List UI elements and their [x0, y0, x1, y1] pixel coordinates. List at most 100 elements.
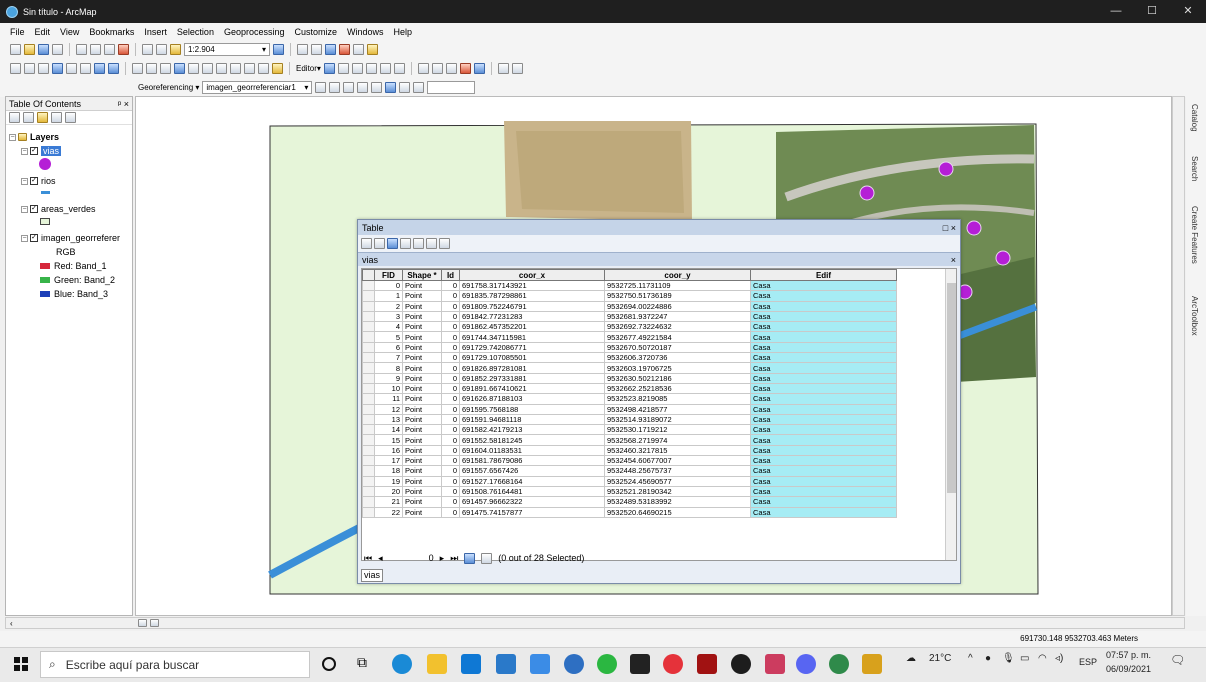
fid-cell[interactable]: 7 — [374, 352, 403, 364]
fid-cell[interactable]: 4 — [374, 321, 403, 333]
coor-y-cell[interactable]: 9532603.19706725 — [604, 362, 751, 374]
coor-x-cell[interactable]: 691744.347115981 — [459, 331, 605, 343]
attribute-grid[interactable]: FID Shape * Id coor_x coor_y Edif 0 Point… — [361, 268, 957, 561]
straight-segment-icon[interactable] — [351, 63, 363, 74]
column-header[interactable]: FID — [374, 269, 403, 281]
attributes-icon[interactable] — [445, 63, 457, 74]
id-cell[interactable]: 0 — [441, 485, 460, 498]
table-row[interactable]: 16 Point 0 691604.01183531 9532460.3217815 Ca… — [362, 444, 945, 457]
fid-cell[interactable]: 10 — [374, 382, 403, 395]
delete-icon[interactable] — [118, 44, 129, 55]
coor-y-cell[interactable]: 9532677.49221584 — [604, 331, 751, 343]
shape-cell[interactable]: Point — [402, 300, 442, 312]
task-view-icon[interactable]: ⧉ — [357, 654, 373, 674]
edif-cell[interactable]: Casa — [750, 475, 897, 487]
fid-cell[interactable]: 8 — [374, 362, 403, 374]
xbox-icon[interactable] — [731, 654, 751, 674]
shape-cell[interactable]: Point — [402, 424, 442, 436]
layer-name[interactable]: vias — [41, 146, 62, 156]
auto-registration-icon[interactable] — [385, 82, 397, 93]
vias-point[interactable] — [938, 161, 954, 177]
find-route-icon[interactable] — [230, 63, 241, 74]
coor-x-cell[interactable]: 691475.74157877 — [459, 506, 605, 518]
table-row[interactable]: 5 Point 0 691744.347115981 9532677.49221584 C… — [362, 331, 945, 343]
band-green[interactable]: Green: Band_2 — [40, 275, 115, 285]
create-viewer-icon[interactable] — [272, 63, 283, 74]
list-by-drawing-order-icon[interactable] — [9, 112, 20, 123]
map-scale-combo[interactable]: 1:2.904 ▾ — [184, 43, 270, 56]
row-selector[interactable] — [362, 300, 375, 312]
table-row[interactable]: 18 Point 0 691557.6567426 9532448.25675737 Ca… — [362, 465, 945, 477]
row-selector[interactable] — [362, 455, 375, 467]
table-vertical-scrollbar[interactable] — [945, 269, 956, 560]
slack-icon[interactable] — [765, 654, 785, 674]
coor-y-cell[interactable]: 9532498.4218577 — [604, 403, 751, 415]
row-selector[interactable] — [362, 352, 375, 364]
collapse-icon[interactable]: − — [9, 133, 16, 141]
previous-record-icon[interactable]: ◂ — [378, 553, 383, 564]
full-extent-icon[interactable] — [52, 63, 63, 74]
last-record-icon[interactable]: ⏭ — [450, 553, 458, 564]
clock-date[interactable]: 06/09/2021 — [1106, 664, 1151, 674]
fid-cell[interactable]: 5 — [374, 331, 403, 343]
coor-x-cell[interactable]: 691729.107085501 — [459, 352, 605, 364]
coor-x-cell[interactable]: 691826.897281081 — [459, 362, 605, 374]
table-row[interactable]: 8 Point 0 691826.897281081 9532603.19706725 C… — [362, 362, 945, 374]
coor-y-cell[interactable]: 9532454.60677007 — [604, 455, 751, 467]
discord-icon[interactable] — [796, 654, 816, 674]
fid-cell[interactable]: 11 — [374, 393, 403, 405]
view-link-table-icon[interactable] — [371, 82, 383, 93]
table-row[interactable]: 10 Point 0 691891.667410621 9532662.25218536… — [362, 382, 945, 395]
id-cell[interactable]: 0 — [441, 496, 460, 508]
areas-verdes-symbol[interactable] — [40, 218, 50, 225]
microphone-icon[interactable]: 🎙 — [1002, 653, 1015, 664]
band-blue[interactable]: Blue: Band_3 — [40, 289, 108, 299]
volume-icon[interactable]: ◃) — [1055, 653, 1063, 664]
store-icon[interactable] — [461, 654, 481, 674]
coor-y-cell[interactable]: 9532460.3217815 — [604, 444, 751, 457]
redo-icon[interactable] — [156, 44, 167, 55]
zoom-out-icon[interactable] — [24, 63, 35, 74]
table-row[interactable]: 19 Point 0 691527.17668164 9532524.45690577 C… — [362, 475, 945, 487]
fid-cell[interactable]: 21 — [374, 496, 403, 508]
row-selector[interactable] — [362, 413, 375, 426]
new-icon[interactable] — [10, 44, 21, 55]
menu-insert[interactable]: Insert — [144, 27, 167, 37]
coor-y-cell[interactable]: 9532489.53183992 — [604, 496, 751, 508]
coor-y-cell[interactable]: 9532514.93189072 — [604, 413, 751, 426]
table-row[interactable]: 13 Point 0 691591.94681118 9532514.93189072 C… — [362, 413, 945, 426]
menu-edit[interactable]: Edit — [35, 27, 51, 37]
toc-pin-close[interactable]: ᵖ × — [118, 99, 129, 109]
row-selector[interactable] — [362, 403, 375, 415]
id-cell[interactable]: 0 — [441, 300, 460, 312]
table-row[interactable]: 7 Point 0 691729.107085501 9532606.3720736 Ca… — [362, 352, 945, 364]
fid-cell[interactable]: 3 — [374, 310, 403, 323]
switch-selection-icon[interactable] — [400, 238, 411, 249]
measure-icon[interactable] — [202, 63, 213, 74]
python-icon[interactable] — [353, 44, 364, 55]
fid-cell[interactable]: 15 — [374, 434, 403, 446]
toc-layer-rios[interactable]: − ✓ rios — [21, 176, 56, 186]
edif-cell[interactable]: Casa — [750, 321, 897, 333]
id-cell[interactable]: 0 — [441, 321, 460, 333]
current-record[interactable]: 0 — [429, 553, 434, 563]
shift-icon[interactable] — [329, 82, 341, 93]
coor-y-cell[interactable]: 9532670.50720187 — [604, 341, 751, 354]
column-header[interactable]: Id — [441, 269, 460, 281]
notifications-icon[interactable]: 🗨 — [1170, 653, 1185, 667]
find-icon[interactable] — [216, 63, 227, 74]
search-tab[interactable]: Search — [1190, 156, 1199, 181]
clear-selection-icon[interactable] — [413, 238, 424, 249]
coor-y-cell[interactable]: 9532448.25675737 — [604, 465, 751, 477]
shape-cell[interactable]: Point — [402, 372, 442, 384]
fixed-zoom-in-icon[interactable] — [66, 63, 77, 74]
shape-cell[interactable]: Point — [402, 403, 442, 415]
georef-layer-combo[interactable]: imagen_georreferenciar1 ▾ — [202, 81, 313, 94]
end-point-arc-icon[interactable] — [365, 63, 377, 74]
data-view-icon[interactable] — [511, 63, 523, 74]
opera-icon[interactable] — [663, 654, 683, 674]
coor-x-cell[interactable]: 691626.87188103 — [459, 393, 605, 405]
id-cell[interactable]: 0 — [441, 403, 460, 415]
catalog-tab[interactable]: Catalog — [1190, 104, 1199, 132]
fid-cell[interactable]: 12 — [374, 403, 403, 415]
